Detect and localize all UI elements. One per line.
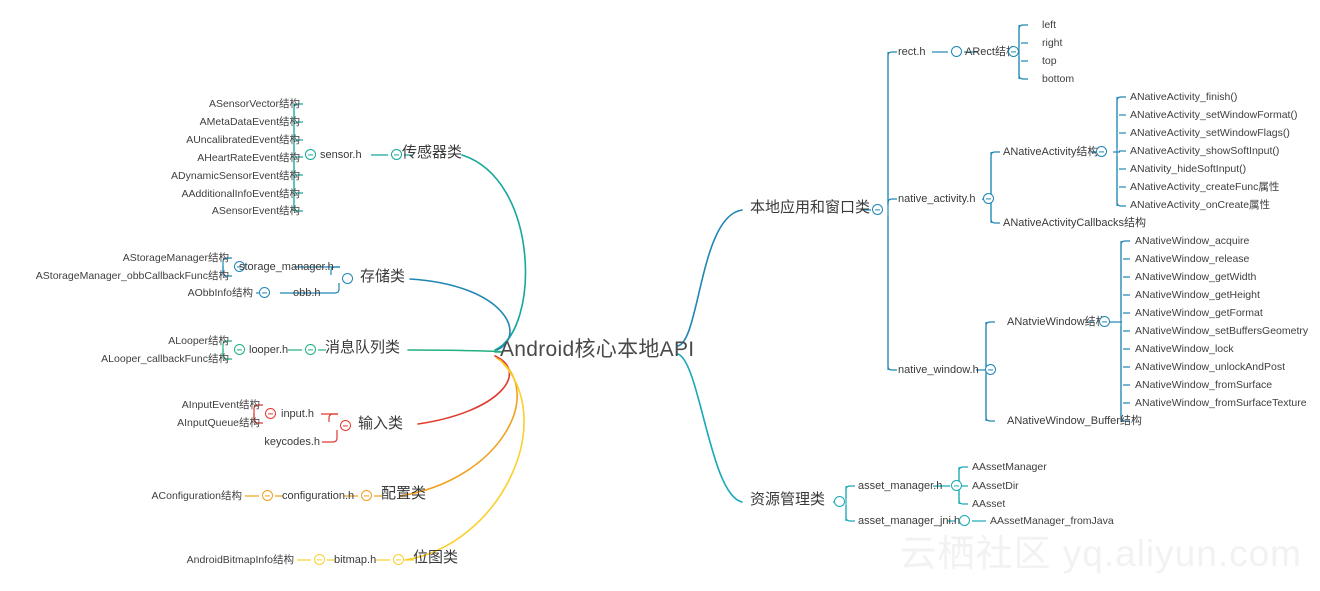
leaf-native-activity-5[interactable]: ANativeActivity_createFunc属性 <box>1130 181 1279 193</box>
header-keycodes-h[interactable]: keycodes.h <box>264 436 320 448</box>
toggle-category-storage[interactable] <box>342 273 353 284</box>
leaf-input-1[interactable]: AInputQueue结构 <box>177 417 260 429</box>
leaf-arect-1[interactable]: right <box>1042 37 1062 49</box>
leaf-sensor-3[interactable]: AHeartRateEvent结构 <box>197 152 300 164</box>
toggle-category-queue[interactable] <box>305 344 316 355</box>
leaf-native-window-2[interactable]: ANativeWindow_getWidth <box>1135 271 1256 283</box>
toggle-category-app-window[interactable] <box>872 204 883 215</box>
toggle-sensor-h[interactable] <box>305 149 316 160</box>
category-input[interactable]: 输入类 <box>358 416 403 431</box>
toggle-category-config[interactable] <box>361 490 372 501</box>
toggle-obb-h[interactable] <box>259 287 270 298</box>
root-node-label[interactable]: Android核心本地API <box>500 339 694 360</box>
leaf-native-activity-6[interactable]: ANativeActivity_onCreate属性 <box>1130 199 1270 211</box>
toggle-asset-manager-h[interactable] <box>951 480 962 491</box>
leaf-sensor-4[interactable]: ADynamicSensorEvent结构 <box>171 170 300 182</box>
leaf-sensor-0[interactable]: ASensorVector结构 <box>209 98 300 110</box>
struct-anative-window[interactable]: ANatvieWindow结构 <box>1007 316 1107 328</box>
leaf-native-window-3[interactable]: ANativeWindow_getHeight <box>1135 289 1260 301</box>
leaf-asset-manager-0[interactable]: AAssetManager <box>972 461 1047 473</box>
toggle-anative-window[interactable] <box>1099 316 1110 327</box>
toggle-looper-h[interactable] <box>234 344 245 355</box>
header-looper-h[interactable]: looper.h <box>249 344 288 356</box>
leaf-asset-manager-2[interactable]: AAsset <box>972 498 1005 510</box>
header-native-activity-h[interactable]: native_activity.h <box>898 193 975 205</box>
category-resource[interactable]: 资源管理类 <box>750 492 825 507</box>
watermark: 云栖社区 yq.aliyun.com <box>899 533 1302 574</box>
toggle-rect-h[interactable] <box>951 46 962 57</box>
mindmap-canvas: Android核心本地API ASensorVector结构 AMetaData… <box>0 0 1320 591</box>
toggle-native-activity-h[interactable] <box>983 193 994 204</box>
leaf-obb-0[interactable]: AObbInfo结构 <box>188 287 253 299</box>
header-storage-manager-h[interactable]: storage_manager.h <box>239 261 334 273</box>
leaf-native-activity-3[interactable]: ANativeActivity_showSoftInput() <box>1130 145 1279 157</box>
toggle-arect[interactable] <box>1008 46 1019 57</box>
header-bitmap-h[interactable]: bitmap.h <box>334 554 376 566</box>
leaf-storage-0[interactable]: AStorageManager结构 <box>123 252 229 264</box>
leaf-native-window-7[interactable]: ANativeWindow_unlockAndPost <box>1135 361 1285 373</box>
leaf-native-activity-1[interactable]: ANativeActivity_setWindowFormat() <box>1130 109 1297 121</box>
leaf-storage-1[interactable]: AStorageManager_obbCallbackFunc结构 <box>36 270 229 282</box>
leaf-arect-0[interactable]: left <box>1042 19 1056 31</box>
leaf-native-window-1[interactable]: ANativeWindow_release <box>1135 253 1249 265</box>
leaf-native-window-9[interactable]: ANativeWindow_fromSurfaceTexture <box>1135 397 1307 409</box>
leaf-native-activity-0[interactable]: ANativeActivity_finish() <box>1130 91 1237 103</box>
header-input-h[interactable]: input.h <box>281 408 314 420</box>
header-obb-h[interactable]: obb.h <box>293 287 321 299</box>
leaf-sensor-6[interactable]: ASensorEvent结构 <box>212 205 300 217</box>
header-native-window-h[interactable]: native_window.h <box>898 364 979 376</box>
leaf-config-0[interactable]: AConfiguration结构 <box>152 490 242 502</box>
leaf-native-window-8[interactable]: ANativeWindow_fromSurface <box>1135 379 1272 391</box>
category-config[interactable]: 配置类 <box>381 486 426 501</box>
header-asset-manager-h[interactable]: asset_manager.h <box>858 480 942 492</box>
leaf-looper-0[interactable]: ALooper结构 <box>168 335 229 347</box>
toggle-native-window-h[interactable] <box>985 364 996 375</box>
header-rect-h[interactable]: rect.h <box>898 46 926 58</box>
leaf-native-window-6[interactable]: ANativeWindow_lock <box>1135 343 1234 355</box>
category-queue[interactable]: 消息队列类 <box>325 340 400 355</box>
toggle-input-h[interactable] <box>265 408 276 419</box>
leaf-bitmap-0[interactable]: AndroidBitmapInfo结构 <box>187 554 294 566</box>
leaf-input-0[interactable]: AInputEvent结构 <box>182 399 260 411</box>
leaf-arect-2[interactable]: top <box>1042 55 1057 67</box>
header-sensor-h[interactable]: sensor.h <box>320 149 362 161</box>
toggle-anative-activity[interactable] <box>1096 146 1107 157</box>
leaf-native-window-4[interactable]: ANativeWindow_getFormat <box>1135 307 1263 319</box>
toggle-configuration-h[interactable] <box>262 490 273 501</box>
struct-anative-activity[interactable]: ANativeActivity结构 <box>1003 146 1098 158</box>
leaf-arect-3[interactable]: bottom <box>1042 73 1074 85</box>
struct-anative-window-buffer[interactable]: ANativeWindow_Buffer结构 <box>1007 415 1142 427</box>
leaf-native-window-0[interactable]: ANativeWindow_acquire <box>1135 235 1249 247</box>
leaf-sensor-1[interactable]: AMetaDataEvent结构 <box>200 116 300 128</box>
leaf-native-activity-4[interactable]: ANativity_hideSoftInput() <box>1130 163 1246 175</box>
leaf-looper-1[interactable]: ALooper_callbackFunc结构 <box>101 353 229 365</box>
category-app-window[interactable]: 本地应用和窗口类 <box>750 200 870 215</box>
toggle-category-resource[interactable] <box>834 496 845 507</box>
category-sensor[interactable]: 传感器类 <box>402 145 462 160</box>
header-configuration-h[interactable]: configuration.h <box>282 490 354 502</box>
leaf-asset-manager-1[interactable]: AAssetDir <box>972 480 1019 492</box>
category-bitmap[interactable]: 位图类 <box>413 550 458 565</box>
struct-anative-activity-callbacks[interactable]: ANativeActivityCallbacks结构 <box>1003 217 1146 229</box>
leaf-native-activity-2[interactable]: ANativeActivity_setWindowFlags() <box>1130 127 1290 139</box>
category-storage[interactable]: 存储类 <box>360 269 405 284</box>
leaf-sensor-2[interactable]: AUncalibratedEvent结构 <box>186 134 300 146</box>
toggle-bitmap-h[interactable] <box>314 554 325 565</box>
toggle-category-bitmap[interactable] <box>393 554 404 565</box>
toggle-category-sensor[interactable] <box>391 149 402 160</box>
toggle-category-input[interactable] <box>340 420 351 431</box>
leaf-native-window-5[interactable]: ANativeWindow_setBuffersGeometry <box>1135 325 1308 337</box>
leaf-sensor-5[interactable]: AAdditionalInfoEvent结构 <box>182 188 300 200</box>
